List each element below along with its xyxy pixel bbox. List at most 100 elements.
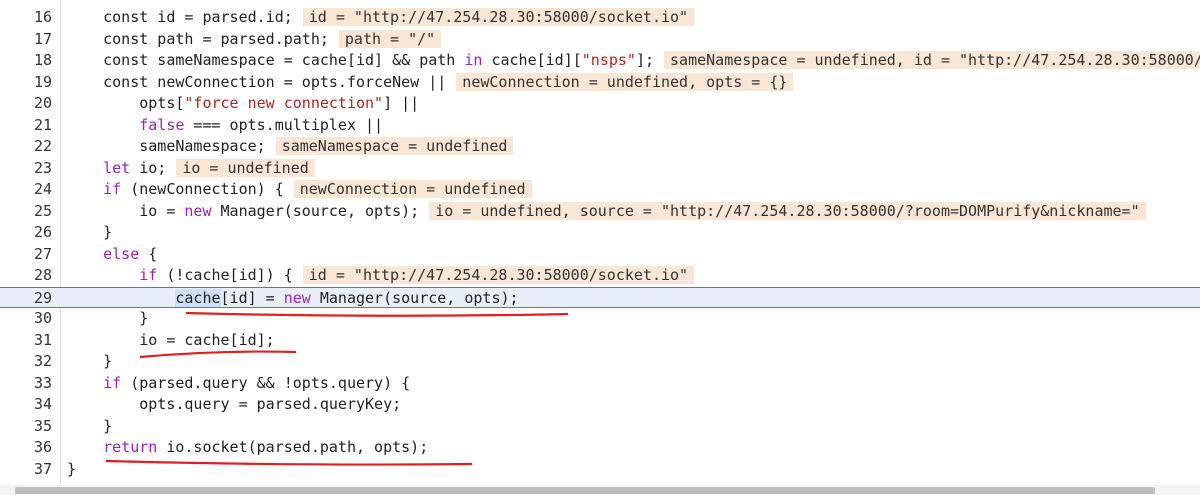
code-token: (!cache[id]) { [157, 266, 293, 284]
code-text[interactable]: io = new Manager(source, opts); io = unde… [67, 201, 1146, 223]
code-token: } [67, 309, 149, 327]
code-token: const newConnection = opts.forceNew || [67, 72, 447, 91]
line-number[interactable]: 21 [0, 115, 52, 137]
code-token: } [67, 459, 77, 478]
code-line[interactable]: 26 } [0, 222, 1200, 244]
code-text[interactable]: return io.socket(parsed.path, opts); [67, 437, 428, 459]
code-line[interactable]: 21 false === opts.multiplex || [0, 115, 1200, 137]
inline-variable-value: io = undefined, source = "http://47.254.… [429, 201, 1146, 220]
code-line[interactable]: 19 const newConnection = opts.forceNew |… [0, 72, 1200, 94]
scrollbar-thumb[interactable] [15, 487, 1155, 494]
code-text[interactable]: io = cache[id]; [67, 330, 275, 352]
code-text[interactable]: } [67, 351, 112, 373]
code-line[interactable]: 34 opts.query = parsed.queryKey; [0, 394, 1200, 416]
code-line[interactable]: 16 const id = parsed.id; id = "http://47.… [0, 7, 1200, 29]
line-number[interactable]: 18 [0, 50, 52, 72]
code-text[interactable]: const newConnection = opts.forceNew || ne… [67, 72, 794, 94]
line-number[interactable]: 37 [0, 459, 52, 481]
code-token: io.socket(parsed.path, opts); [157, 438, 429, 456]
inline-variable-value: sameNamespace = undefined, id = "http://… [664, 51, 1200, 69]
line-number[interactable]: 36 [0, 437, 52, 459]
code-text[interactable]: if (newConnection) {newConnection = unde… [67, 179, 532, 201]
code-line[interactable]: 37} [0, 459, 1200, 481]
line-number[interactable]: 29 [0, 288, 52, 310]
line-number[interactable]: 26 [0, 222, 52, 244]
code-token: } [67, 352, 113, 370]
code-line[interactable]: 33 if (parsed.query && !opts.query) { [0, 373, 1200, 395]
code-line-current[interactable]: 29 cache[id] = new Manager(source, opts)… [0, 286, 1200, 310]
code-line[interactable]: 27 else { [0, 244, 1200, 266]
code-editor[interactable]: 16 const id = parsed.id; id = "http://47.… [0, 0, 1200, 485]
line-number[interactable]: 31 [0, 330, 52, 352]
keyword-token: in [464, 51, 483, 69]
code-text[interactable]: } [67, 416, 112, 438]
code-text[interactable]: cache[id] = new Manager(source, opts); [67, 288, 519, 310]
line-number[interactable]: 17 [0, 29, 52, 51]
code-text[interactable]: const path = parsed.path; path = "/" [67, 29, 442, 51]
code-text[interactable]: } [67, 222, 112, 244]
code-lines: 16 const id = parsed.id; id = "http://47.… [0, 7, 1200, 480]
keyword-token: if [103, 373, 122, 392]
code-text[interactable]: if (parsed.query && !opts.query) { [67, 373, 410, 395]
line-number[interactable]: 27 [0, 244, 52, 266]
code-text[interactable]: if (!cache[id]) {id = "http://47.254.28.… [67, 265, 695, 287]
line-number[interactable]: 22 [0, 136, 52, 158]
code-text[interactable]: opts.query = parsed.queryKey; [67, 394, 401, 416]
code-line[interactable]: 25 io = new Manager(source, opts); io = u… [0, 201, 1200, 223]
code-token: ]; [635, 51, 655, 69]
code-token: [id] = [220, 288, 284, 307]
code-line[interactable]: 32 } [0, 351, 1200, 373]
code-token: opts[ [67, 94, 185, 112]
code-text[interactable]: sameNamespace; sameNamespace = undefined [67, 136, 514, 158]
code-text[interactable]: const sameNamespace = cache[id] && path … [67, 50, 1200, 72]
code-token: opts.query = parsed.queryKey; [67, 395, 402, 413]
line-number[interactable]: 23 [0, 158, 52, 180]
code-token: io; [130, 158, 167, 177]
line-number[interactable]: 20 [0, 93, 52, 115]
code-text[interactable]: false === opts.multiplex || [67, 115, 383, 137]
code-token: io = [67, 201, 185, 220]
line-number[interactable]: 32 [0, 351, 52, 373]
code-text[interactable]: opts["force new connection"] || [67, 93, 419, 115]
line-number[interactable]: 35 [0, 416, 52, 438]
line-number[interactable]: 25 [0, 201, 52, 223]
line-number[interactable]: 28 [0, 265, 52, 287]
keyword-token: new [184, 201, 212, 220]
line-number[interactable]: 33 [0, 373, 52, 395]
code-line[interactable]: 18 const sameNamespace = cache[id] && pa… [0, 50, 1200, 72]
code-text[interactable]: } [67, 308, 148, 330]
code-line[interactable]: 20 opts["force new connection"] || [0, 93, 1200, 115]
line-number[interactable]: 34 [0, 394, 52, 416]
line-number[interactable]: 30 [0, 308, 52, 330]
code-text[interactable]: else { [67, 244, 157, 266]
code-line[interactable]: 23 let io; io = undefined [0, 158, 1200, 180]
code-text[interactable]: } [67, 459, 76, 481]
horizontal-scrollbar[interactable] [0, 485, 1200, 495]
code-text[interactable]: const id = parsed.id; id = "http://47.254… [67, 7, 695, 29]
code-token: io = cache[id]; [67, 330, 275, 349]
line-number[interactable]: 16 [0, 7, 52, 29]
code-line[interactable]: 24 if (newConnection) {newConnection = u… [0, 179, 1200, 201]
selected-token: cache [175, 288, 221, 307]
code-line[interactable]: 28 if (!cache[id]) {id = "http://47.254.… [0, 265, 1200, 287]
line-number[interactable]: 19 [0, 72, 52, 94]
code-line[interactable]: 35 } [0, 416, 1200, 438]
code-token: { [139, 244, 158, 263]
code-line[interactable]: 36 return io.socket(parsed.path, opts); [0, 437, 1200, 459]
keyword-token: false [139, 115, 185, 134]
code-token: const id = parsed.id; [67, 8, 293, 26]
code-line[interactable]: 22 sameNamespace; sameNamespace = undefin… [0, 136, 1200, 158]
code-line[interactable]: 17 const path = parsed.path; path = "/" [0, 29, 1200, 51]
code-token: Manager(source, opts); [310, 288, 519, 307]
code-token: Manager(source, opts); [211, 201, 420, 220]
line-number[interactable]: 24 [0, 179, 52, 201]
code-line[interactable]: 31 io = cache[id]; [0, 330, 1200, 352]
code-text[interactable]: let io; io = undefined [67, 158, 315, 180]
code-line[interactable]: 30 } [0, 308, 1200, 330]
keyword-token: if [139, 266, 158, 284]
code-token: (parsed.query && !opts.query) { [121, 373, 411, 392]
